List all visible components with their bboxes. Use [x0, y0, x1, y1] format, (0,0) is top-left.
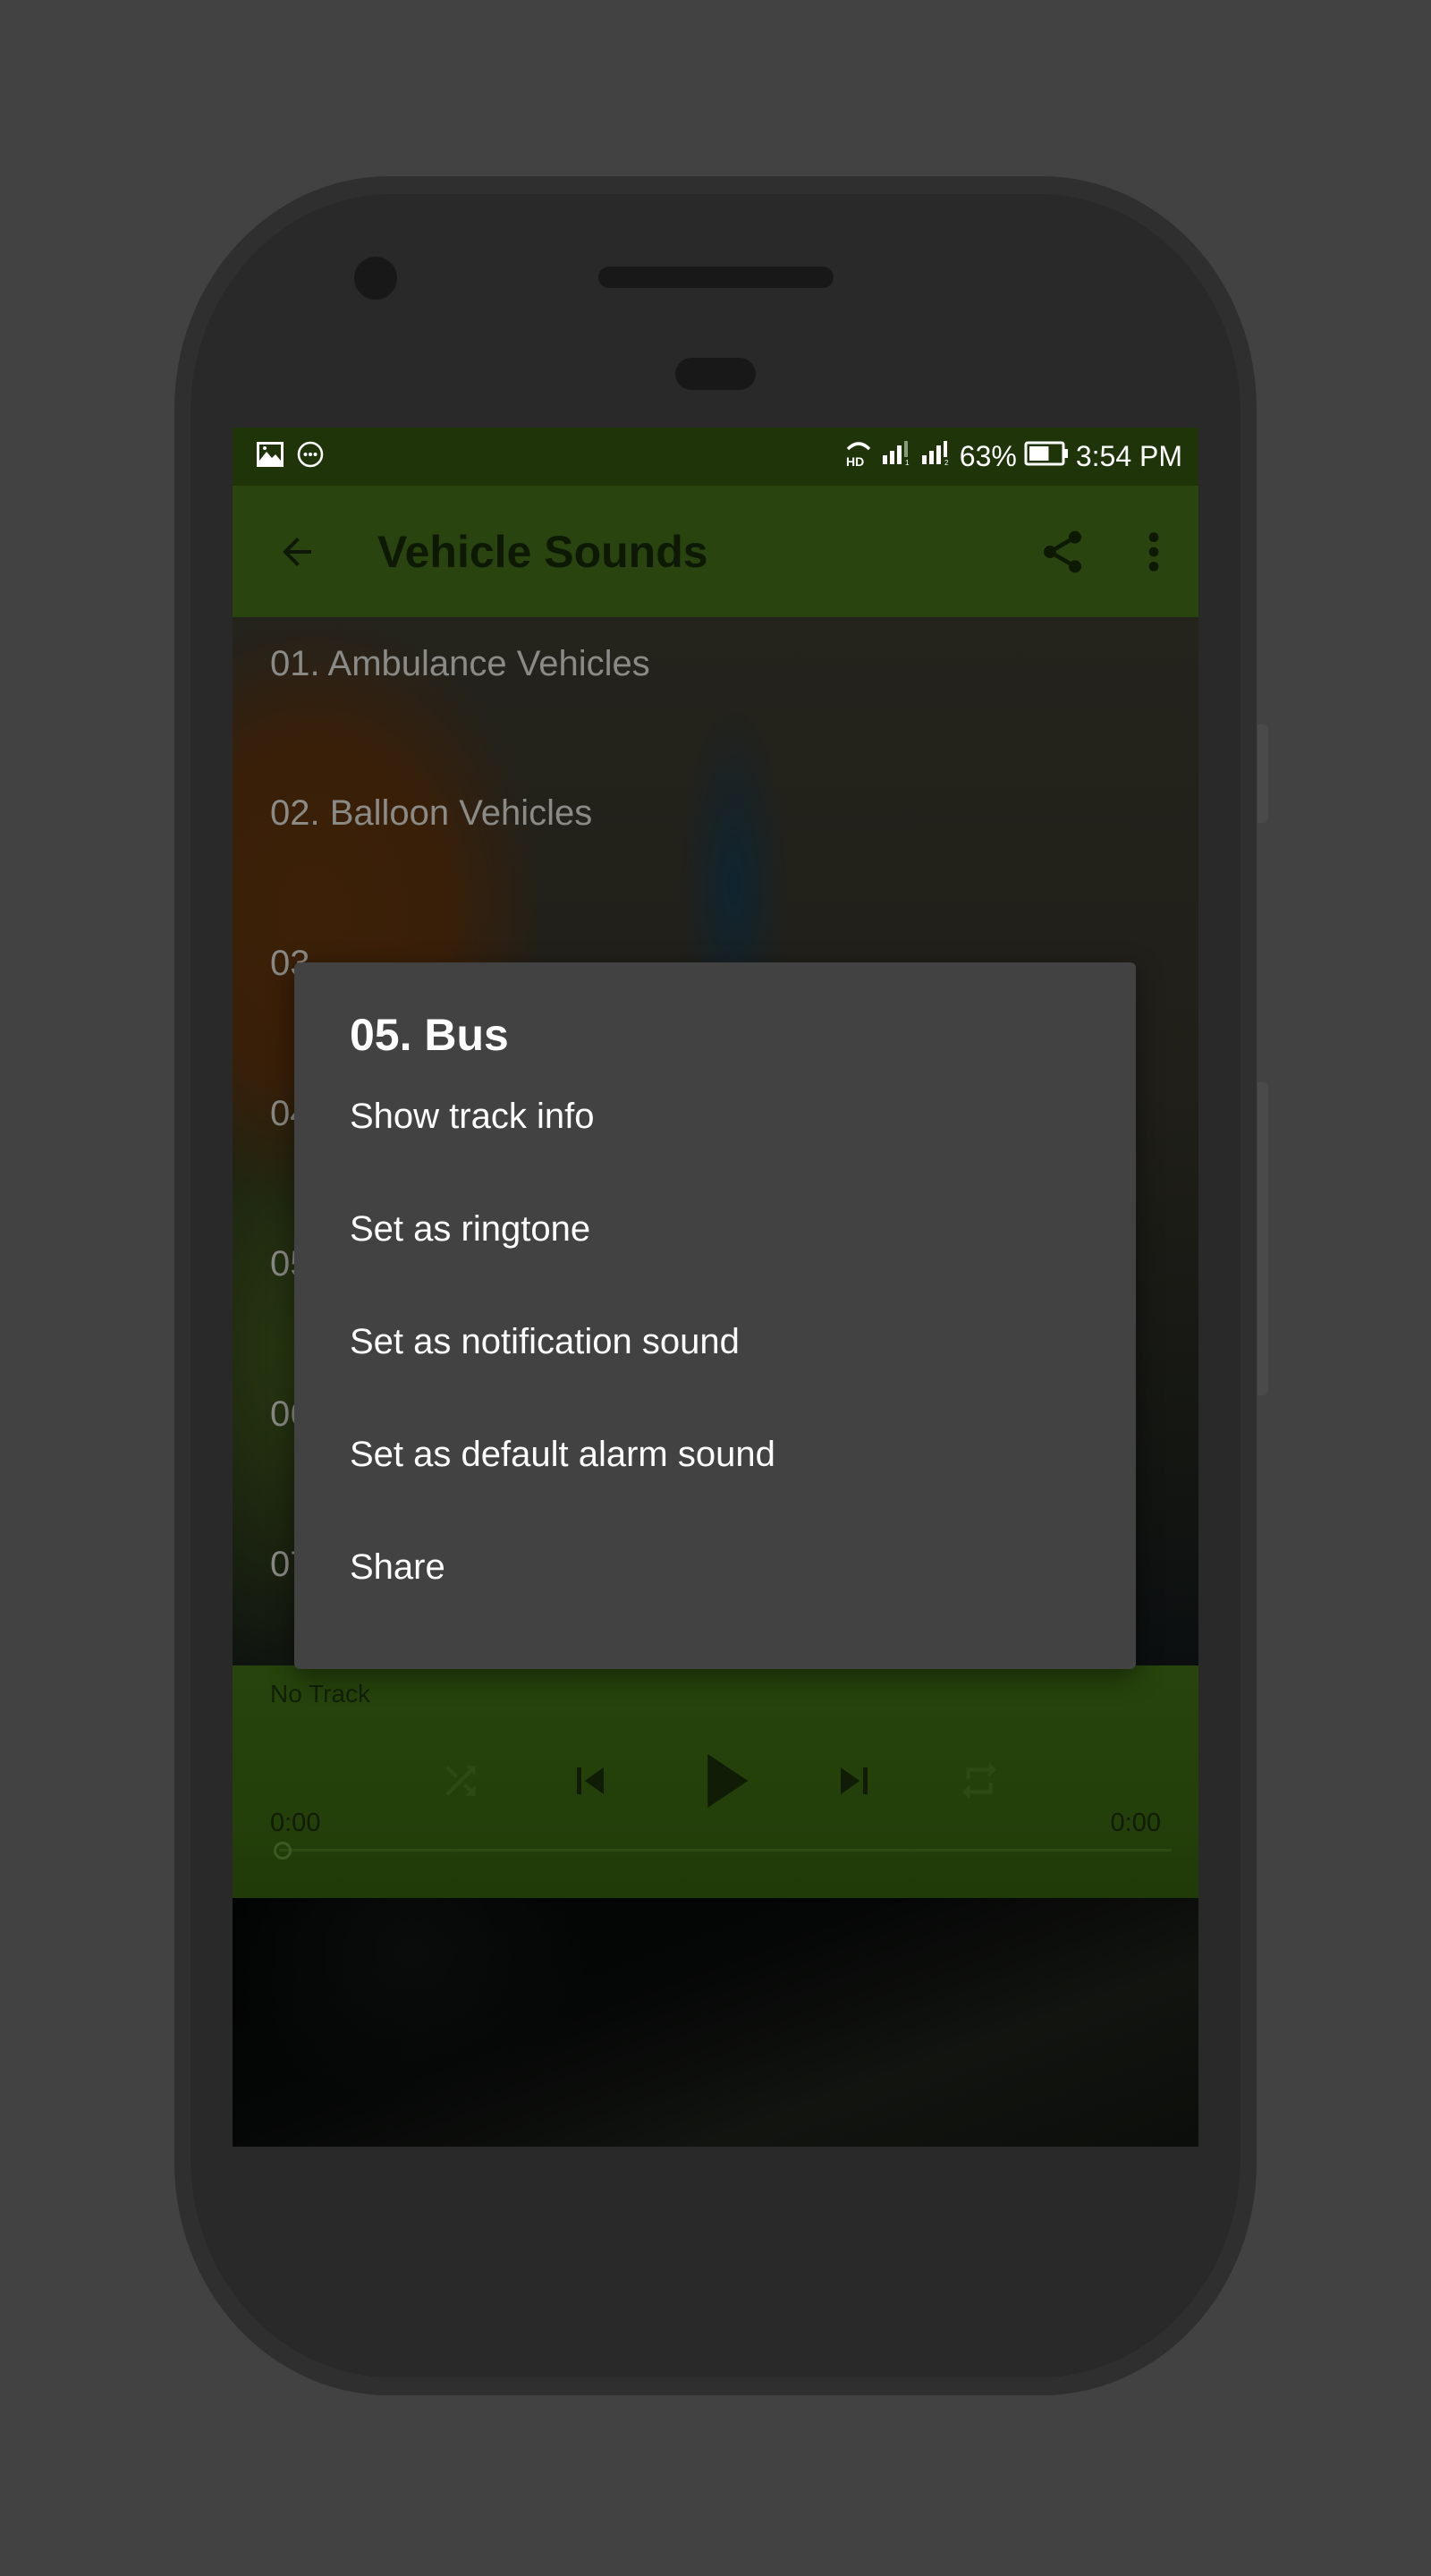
clock: 3:54 PM [1075, 440, 1182, 472]
total-time: 0:00 [1110, 1809, 1161, 1837]
svg-text:1: 1 [905, 459, 910, 466]
share-button[interactable] [1027, 516, 1098, 588]
page-title: Vehicle Sounds [377, 526, 708, 577]
track-options-dialog: 05. Bus Show track info Set as ringtone … [294, 962, 1136, 1669]
skip-next-icon [841, 1767, 868, 1794]
shuffle-button[interactable] [429, 1742, 492, 1819]
repeat-button[interactable] [948, 1742, 1011, 1819]
dialog-title: 05. Bus [350, 1010, 509, 1060]
seek-thumb[interactable] [274, 1842, 292, 1860]
background-artwork [233, 1898, 1198, 2147]
repeat-icon [962, 1762, 996, 1800]
next-button[interactable] [818, 1742, 890, 1819]
previous-button[interactable] [555, 1742, 626, 1819]
player-panel: No Track 0:00 0:00 [233, 1665, 1198, 1898]
track-list-item[interactable]: 01. Ambulance Vehicles [270, 644, 650, 684]
arrow-back-icon [283, 537, 311, 566]
back-button[interactable] [261, 516, 333, 588]
overflow-menu-button[interactable] [1118, 516, 1190, 588]
skip-previous-icon [577, 1767, 604, 1794]
proximity-sensor [675, 358, 756, 390]
shuffle-icon [445, 1766, 476, 1796]
phone-power-button [1257, 724, 1268, 823]
battery-percent: 63% [959, 440, 1017, 472]
status-bar: HD 1 2 63% 3:54 PM [233, 428, 1198, 486]
earpiece-speaker [598, 267, 834, 288]
seek-bar[interactable] [279, 1849, 1172, 1852]
phone-screen: HD 1 2 63% 3:54 PM Vehicle Sounds 01. Am… [233, 428, 1198, 2147]
menu-item-set-alarm[interactable]: Set as default alarm sound [294, 1398, 1136, 1511]
app-toolbar: Vehicle Sounds [233, 486, 1198, 617]
phone-volume-button [1257, 1082, 1268, 1395]
image-notification-icon [256, 441, 284, 472]
signal-sim1-icon: 1 [881, 440, 913, 473]
elapsed-time: 0:00 [270, 1809, 321, 1837]
signal-sim2-icon: 2 [920, 440, 953, 473]
hd-voice-icon: HD [843, 438, 874, 476]
svg-text:HD: HD [846, 454, 864, 469]
front-camera [354, 257, 397, 300]
share-icon [1044, 530, 1081, 572]
play-icon [707, 1754, 749, 1808]
menu-item-share[interactable]: Share [294, 1511, 1136, 1623]
menu-item-show-track-info[interactable]: Show track info [294, 1060, 1136, 1173]
now-playing-title: No Track [270, 1680, 371, 1707]
more-notification-icon [297, 441, 324, 472]
menu-item-set-ringtone[interactable]: Set as ringtone [294, 1173, 1136, 1285]
svg-text:2: 2 [944, 459, 949, 466]
battery-icon [1024, 440, 1069, 473]
track-list-item[interactable]: 02. Balloon Vehicles [270, 793, 592, 834]
more-vert-icon [1148, 531, 1159, 572]
menu-item-set-notification[interactable]: Set as notification sound [294, 1285, 1136, 1398]
play-button[interactable] [680, 1742, 769, 1819]
